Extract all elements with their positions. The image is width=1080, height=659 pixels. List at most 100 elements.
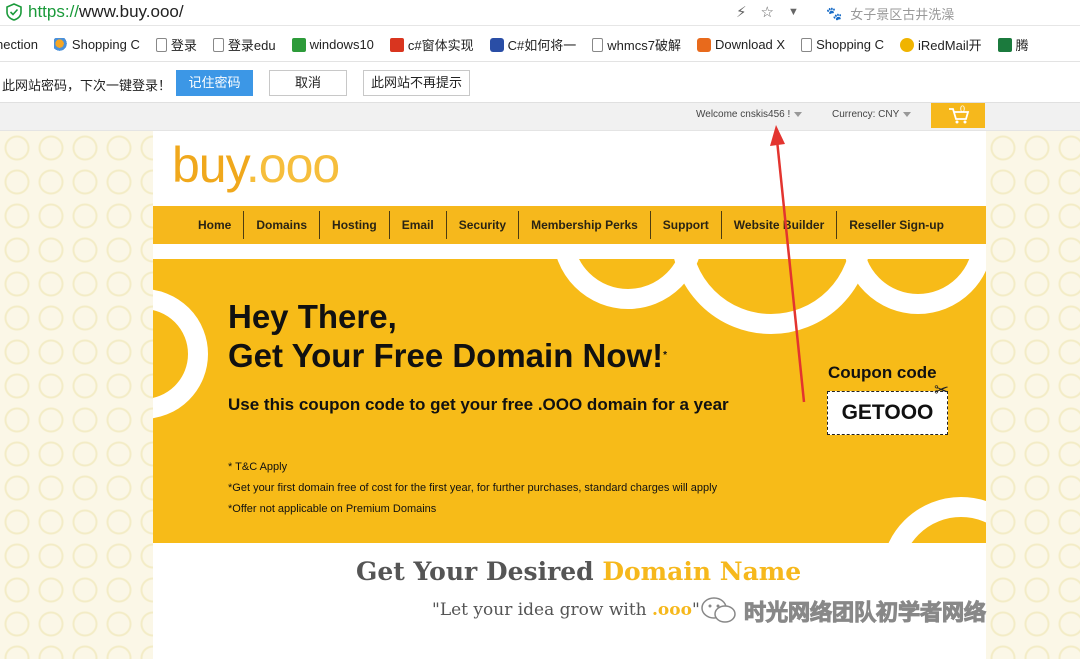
nav-email[interactable]: Email [390,211,447,239]
nav-membership-perks[interactable]: Membership Perks [519,211,651,239]
never-prompt-button[interactable]: 此网站不再提示 [363,70,470,96]
url-protocol: https:// [28,2,80,21]
paw-icon [489,37,504,52]
heading-accent: Domain Name [602,557,802,586]
bookmark-label: Shopping C [71,37,140,52]
hero-title-mark: * [663,350,668,361]
search-box[interactable]: 🐾 女子景区古井洗澡 [826,4,954,23]
terms-line: *Offer not applicable on Premium Domains [228,503,437,515]
bookmark-item[interactable]: Shopping C [53,37,140,52]
bookmark-item[interactable]: 登录edu [212,35,276,54]
address-bar[interactable]: https://www.buy.ooo/ ⚡ ☆ ▼ 🐾 女子景区古井洗澡 [0,0,1080,26]
nav-security[interactable]: Security [447,211,520,239]
bookmark-label: 登录edu [227,38,276,53]
domain-tagline: "Let your idea grow with .ooo" [432,600,700,620]
bookmark-label: c#窗体实现 [407,38,474,53]
bookmark-label: Download X [714,37,786,52]
paw-icon: 🐾 [826,5,843,21]
bookmark-item[interactable]: C#如何将一 [489,35,577,54]
tagline-end: " [691,600,700,620]
hero-title-line1: Hey There, [228,298,397,335]
windows-icon [291,37,306,52]
caret-down-icon [903,111,912,117]
nav-support[interactable]: Support [651,211,722,239]
domain-search-heading: Get Your Desired Domain Name [356,557,801,586]
cart-button[interactable]: 0 [931,103,985,128]
decorative-ring [881,497,986,543]
hero-title: Hey There, Get Your Free Domain Now!* [228,297,667,375]
doc-icon [155,37,167,52]
url-host: www.buy.ooo/ [79,2,184,21]
logo-suffix: .ooo [245,137,340,193]
terms-list: * T&C Apply *Get your first domain free … [228,457,717,520]
scissors-icon: ✂ [934,380,950,400]
bookmark-label: 登录 [170,38,197,53]
doc-icon [212,37,224,52]
wechat-icon [701,597,736,623]
caret-down-icon [794,111,803,117]
currency-selector[interactable]: Currency: CNY [832,109,912,120]
main-nav: Home Domains Hosting Email Security Memb… [153,206,986,244]
wechat-watermark: 时光网络团队初学者网络 [700,595,987,627]
shopping-icon [53,37,68,52]
bookmark-item[interactable]: Download X [696,37,786,52]
bookmark-item[interactable]: c#窗体实现 [389,35,474,54]
bookmark-item[interactable]: Shopping C [801,37,884,52]
currency-value: CNY [878,109,900,120]
bookmark-label: whmcs7破解 [607,38,681,53]
tagline-accent: .ooo [652,600,692,620]
hero-banner[interactable]: Hey There, Get Your Free Domain Now!* Us… [153,259,986,543]
remember-password-button[interactable]: 记住密码 [176,70,253,96]
bookmark-item[interactable]: iRedMail开 [900,35,982,54]
lightning-icon[interactable]: ⚡ [736,3,747,21]
nav-domains[interactable]: Domains [244,211,321,239]
heading-plain: Get Your Desired [356,557,603,586]
welcome-menu[interactable]: Welcome cnskis456 ! [696,109,803,120]
secure-shield-icon [6,3,22,21]
currency-label: Currency: [832,109,876,120]
bookmark-item[interactable]: 登录 [155,35,197,54]
nav-hosting[interactable]: Hosting [320,211,390,239]
bookmarks-bar: nection Shopping C 登录 登录edu windows10 c#… [0,28,1080,62]
watermark-text: 时光网络团队初学者网络 [743,600,987,626]
star-icon[interactable]: ☆ [761,3,774,21]
bookmark-item[interactable]: 腾 [997,35,1029,54]
bookmark-label: 腾 [1015,38,1029,53]
terms-line: *Get your first domain free of cost for … [228,482,718,494]
iredmail-icon [900,37,915,52]
tagline-plain: "Let your idea grow with [432,600,653,620]
site-top-strip: Welcome cnskis456 ! Currency: CNY [0,103,1080,131]
coupon-label: Coupon code [828,363,937,382]
bookmark-label: Shopping C [816,37,885,52]
decorative-ring [843,259,986,314]
bookmark-label: C#如何将一 [507,38,577,53]
nav-website-builder[interactable]: Website Builder [722,211,838,239]
bookmark-label: windows10 [309,37,374,52]
chart-icon [997,37,1012,52]
hero-subtitle: Use this coupon code to get your free .O… [228,395,729,414]
bookmark-item[interactable]: windows10 [291,37,374,52]
download-icon [696,37,711,52]
hero-title-line2: Get Your Free Domain Now! [228,337,664,374]
nav-home[interactable]: Home [185,211,245,239]
cart-count: 0 [960,104,966,114]
c-icon [389,37,404,52]
cancel-button[interactable]: 取消 [269,70,347,96]
save-password-message: 此网站密码，下次一键登录！ [2,78,172,93]
save-password-bar: 此网站密码，下次一键登录！ 记住密码 取消 此网站不再提示 [0,63,1080,103]
doc-icon [801,37,813,52]
bookmark-label: iRedMail开 [918,38,982,53]
site-logo[interactable]: buy.ooo [172,136,340,194]
terms-line: * T&C Apply [228,461,288,473]
chevron-down-icon[interactable]: ▼ [788,6,799,18]
cart-icon [949,108,970,124]
nav-reseller-signup[interactable]: Reseller Sign-up [837,211,956,239]
bookmark-item[interactable]: whmcs7破解 [592,35,681,54]
search-hint: 女子景区古井洗澡 [850,7,955,22]
coupon-code-box[interactable]: GETOOO [827,391,948,435]
decorative-ring [153,289,208,419]
url-text[interactable]: https://www.buy.ooo/ [28,2,184,22]
decorative-ring [671,259,871,334]
doc-icon [592,37,604,52]
bookmark-item[interactable]: nection [0,37,38,52]
